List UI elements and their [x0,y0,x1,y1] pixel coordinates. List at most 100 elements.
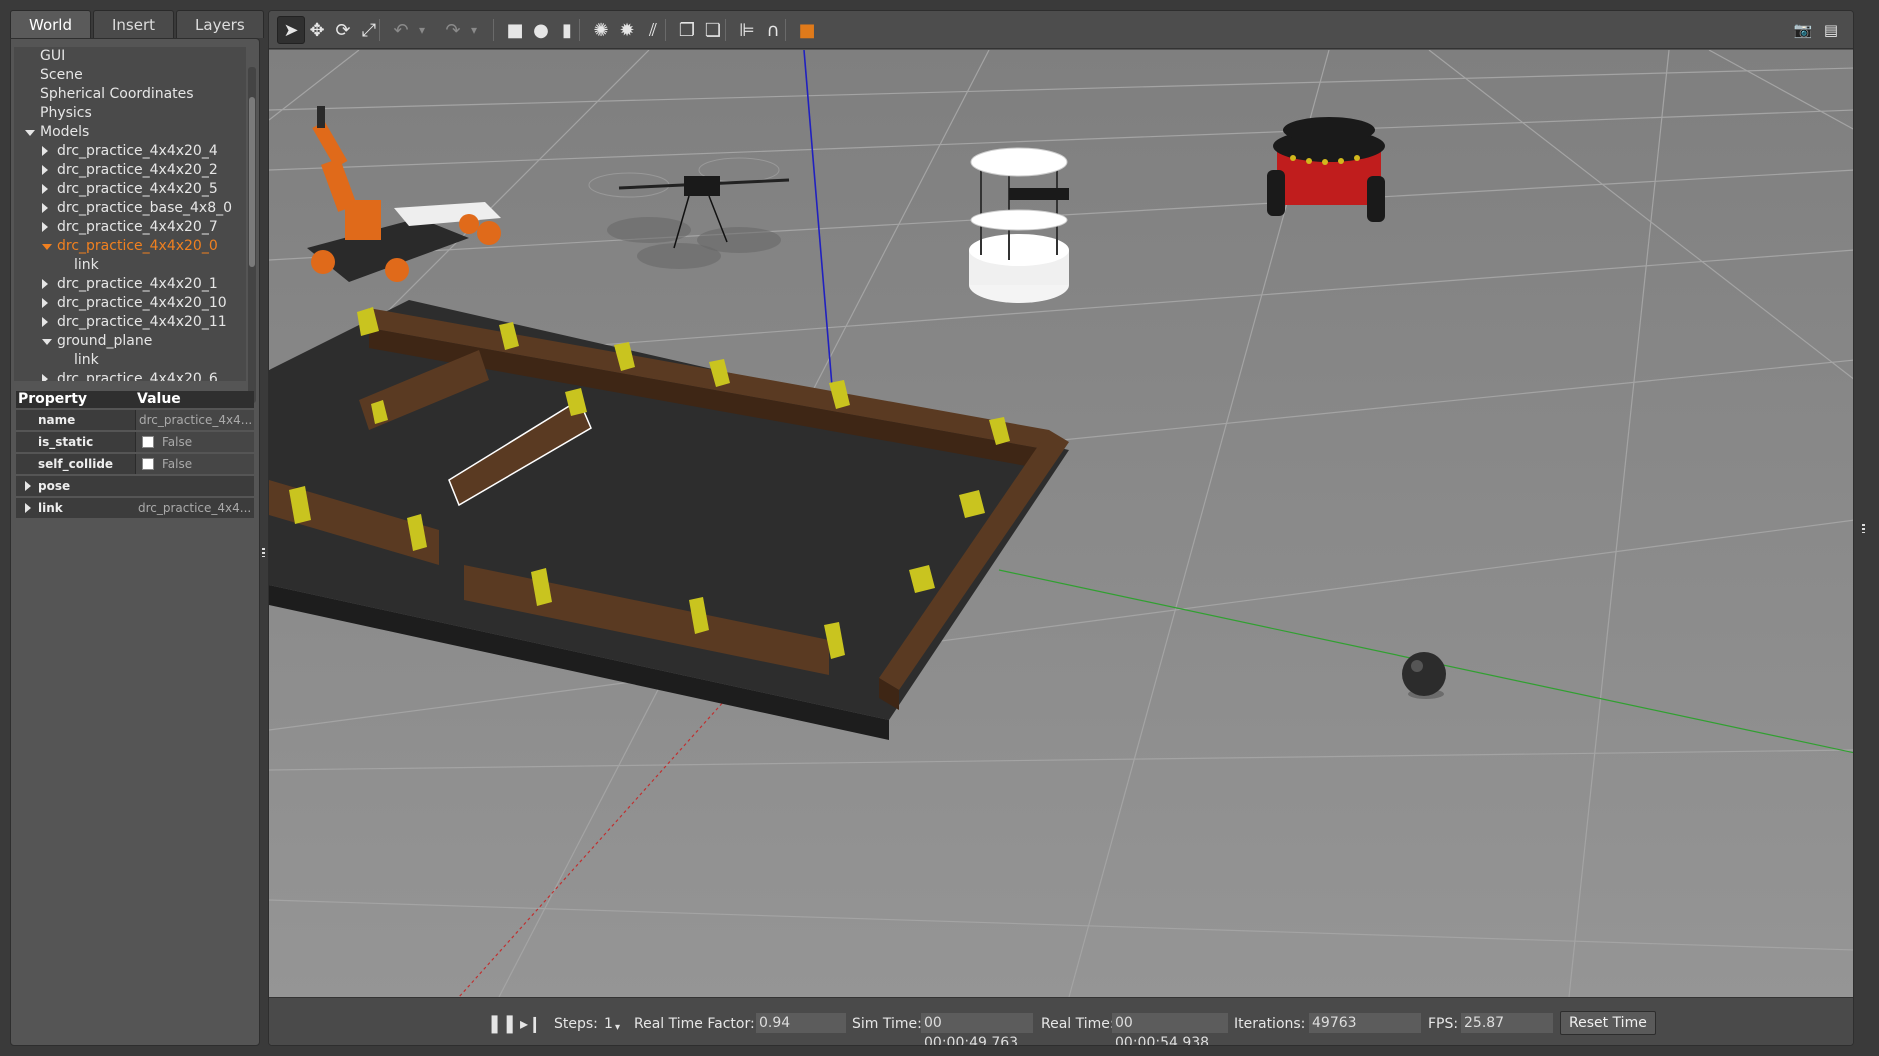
tree-item[interactable]: Scene [14,66,246,85]
checkbox[interactable] [142,458,154,470]
tree-item[interactable]: drc_practice_4x4x20_5 [14,180,246,199]
property-value [135,476,254,496]
sphere-shape-icon[interactable]: ● [527,16,555,44]
pause-icon[interactable]: ❚❚ [487,1014,517,1034]
undo-icon[interactable]: ↶ [387,16,415,44]
directional-light-icon[interactable]: ⫽ [639,16,667,44]
tree-item-label: Physics [40,105,92,121]
tree-item[interactable]: drc_practice_4x4x20_0 [14,237,246,256]
copy-icon[interactable]: ❐ [673,16,701,44]
panel-tabs: World Insert Layers [10,10,266,38]
tree-item[interactable]: drc_practice_base_4x8_0 [14,199,246,218]
tree-item[interactable]: Spherical Coordinates [14,85,246,104]
tab-insert[interactable]: Insert [93,10,175,38]
point-light-icon[interactable]: ✺ [587,16,615,44]
redo-icon[interactable]: ↷ [439,16,467,44]
3d-viewport[interactable] [269,50,1853,997]
world-tree[interactable]: GUI Scene Spherical Coordinates Physics Mode… [14,47,246,381]
toolbar-separator [379,19,380,41]
expand-right-icon[interactable] [25,481,31,491]
expand-right-icon[interactable] [42,184,48,194]
tree-item[interactable]: Models [14,123,246,142]
property-value: drc_practice_4x4... [135,410,254,430]
fps-label: FPS: [1428,1016,1459,1032]
reset-time-button[interactable]: Reset Time [1560,1011,1656,1035]
toolbar-separator [579,19,580,41]
tab-world[interactable]: World [10,10,91,38]
undo-history-icon[interactable]: ▾ [415,16,429,44]
tree-item[interactable]: link [14,351,246,370]
property-row[interactable]: pose [16,476,254,496]
world-panel: GUI Scene Spherical Coordinates Physics Mode… [10,38,260,1046]
translate-icon[interactable]: ✥ [303,16,331,44]
tree-item-label: drc_practice_4x4x20_1 [57,276,218,292]
tree-item-label: link [74,352,99,368]
expand-right-icon[interactable] [25,503,31,513]
property-row[interactable]: name drc_practice_4x4... [16,410,254,430]
expand-right-icon[interactable] [42,317,48,327]
tree-item[interactable]: drc_practice_4x4x20_4 [14,142,246,161]
tree-item[interactable]: GUI [14,47,246,66]
iterations-field: 49763 [1309,1013,1421,1033]
align-icon[interactable]: ⊫ [733,16,761,44]
tree-item[interactable]: drc_practice_4x4x20_2 [14,161,246,180]
paste-icon[interactable]: ❏ [699,16,727,44]
property-key-label: link [38,501,63,515]
redo-history-icon[interactable]: ▾ [467,16,481,44]
tree-item-label: Scene [40,67,83,83]
tree-item[interactable]: drc_practice_4x4x20_10 [14,294,246,313]
property-key: is_static [16,432,135,452]
cylinder-shape-icon[interactable]: ▮ [553,16,581,44]
expand-right-icon[interactable] [42,222,48,232]
expand-right-icon[interactable] [42,298,48,308]
property-value: False [135,454,254,474]
real-time-label: Real Time: [1041,1016,1115,1032]
property-value-label: False [162,457,193,471]
property-row[interactable]: self_collide False [16,454,254,474]
tree-item-label: ground_plane [57,333,153,349]
property-header: Property Value [16,391,254,408]
tree-scrollbar[interactable] [248,67,256,403]
sim-time-label: Sim Time: [852,1016,922,1032]
select-arrow-icon[interactable]: ➤ [277,16,305,44]
log-icon[interactable]: ▤ [1817,16,1845,44]
scene-render [269,50,1853,997]
tree-item[interactable]: Physics [14,104,246,123]
tree-item[interactable]: drc_practice_4x4x20_11 [14,313,246,332]
right-splitter-handle[interactable] [1862,524,1865,533]
screenshot-icon[interactable]: 📷 [1789,16,1817,44]
tree-item-label: link [74,257,99,273]
tree-item[interactable]: link [14,256,246,275]
expand-right-icon[interactable] [42,279,48,289]
tree-item[interactable]: ground_plane [14,332,246,351]
property-key: pose [16,476,135,496]
snap-icon[interactable]: ∩ [759,16,787,44]
expand-right-icon[interactable] [42,203,48,213]
step-icon[interactable]: ▸❙ [520,1014,541,1034]
tree-item[interactable]: drc_practice_4x4x20_7 [14,218,246,237]
expand-down-icon[interactable] [25,130,35,136]
property-row[interactable]: is_static False [16,432,254,452]
box-shape-icon[interactable]: ■ [501,16,529,44]
toolbar-separator [725,19,726,41]
steps-dropdown-icon[interactable]: ▾ [615,1018,620,1038]
checkbox[interactable] [142,436,154,448]
spot-light-icon[interactable]: ✹ [613,16,641,44]
expand-right-icon[interactable] [42,374,48,381]
rotate-icon[interactable]: ⟳ [329,16,357,44]
property-key-label: self_collide [38,457,114,471]
expand-right-icon[interactable] [42,165,48,175]
tree-item[interactable]: drc_practice_4x4x20_6 [14,370,246,381]
left-splitter-handle[interactable] [262,548,265,557]
property-row[interactable]: link drc_practice_4x4... [16,498,254,518]
property-key-label: is_static [38,435,94,449]
tree-item[interactable]: drc_practice_4x4x20_1 [14,275,246,294]
change-view-icon[interactable]: ■ [793,16,821,44]
expand-right-icon[interactable] [42,146,48,156]
tree-scrollbar-thumb[interactable] [249,97,255,267]
tab-layers[interactable]: Layers [176,10,264,38]
main-view: ➤ ✥ ⟳ ⤢ ↶ ▾ ↷ ▾ ■ ● ▮ ✺ ✹ ⫽ ❐ ❏ ⊫ ∩ ■ 📷 ▤ [268,10,1854,1046]
expand-down-icon[interactable] [42,339,52,345]
steps-value[interactable]: 1 [604,1014,613,1034]
expand-down-icon[interactable] [42,244,52,250]
